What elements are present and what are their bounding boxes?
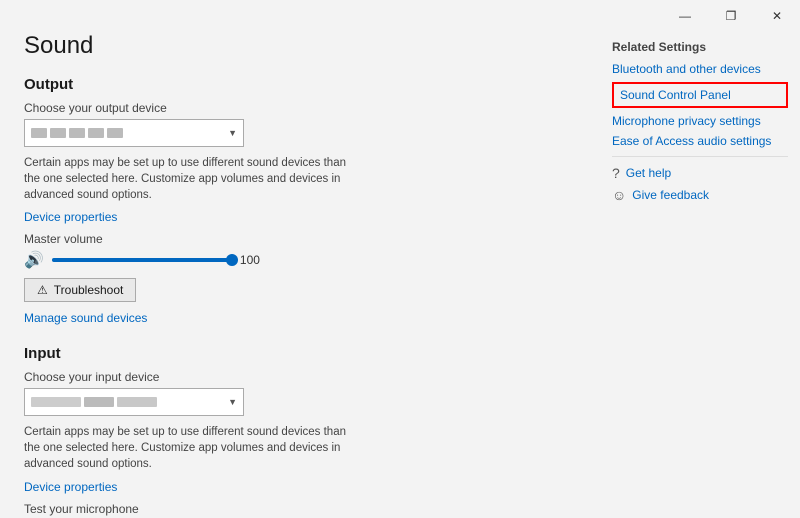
output-device-select[interactable]: ▼ <box>24 119 244 147</box>
warning-icon: ⚠ <box>37 283 48 297</box>
output-troubleshoot-label: Troubleshoot <box>54 283 124 297</box>
select-block-4 <box>88 128 104 138</box>
select-block-1 <box>31 128 47 138</box>
sound-control-panel-highlight: Sound Control Panel <box>612 82 788 108</box>
input-select-block-3 <box>117 397 157 407</box>
volume-slider-thumb <box>226 254 238 266</box>
sound-control-panel-link[interactable]: Sound Control Panel <box>620 88 780 102</box>
select-block-3 <box>69 128 85 138</box>
ease-of-access-link[interactable]: Ease of Access audio settings <box>612 134 788 148</box>
content: Sound Output Choose your output device ▼… <box>0 32 800 518</box>
output-troubleshoot-button[interactable]: ⚠ Troubleshoot <box>24 278 136 302</box>
get-help-icon: ? <box>612 165 620 181</box>
close-button[interactable]: ✕ <box>754 0 800 32</box>
page-title: Sound <box>24 32 576 60</box>
input-device-chevron-icon: ▼ <box>228 397 237 407</box>
microphone-privacy-link[interactable]: Microphone privacy settings <box>612 114 788 128</box>
minimize-button[interactable]: — <box>662 0 708 32</box>
give-feedback-row[interactable]: ☺ Give feedback <box>612 187 788 203</box>
right-panel-divider <box>612 156 788 157</box>
output-section-title: Output <box>24 76 576 93</box>
volume-slider-fill <box>52 258 232 262</box>
output-info-text: Certain apps may be set up to use differ… <box>24 155 364 203</box>
give-feedback-link[interactable]: Give feedback <box>632 188 709 202</box>
input-section-title: Input <box>24 345 576 362</box>
volume-section: Master volume 🔊 100 <box>24 232 576 270</box>
input-device-properties-link[interactable]: Device properties <box>24 480 117 494</box>
volume-row: 🔊 100 <box>24 250 576 270</box>
bluetooth-link[interactable]: Bluetooth and other devices <box>612 62 788 76</box>
volume-value: 100 <box>240 253 268 267</box>
input-select-block-1 <box>31 397 81 407</box>
speaker-icon: 🔊 <box>24 250 44 270</box>
select-block-2 <box>50 128 66 138</box>
input-device-select-inner <box>31 397 224 407</box>
mic-test-section: Test your microphone 🎤 <box>24 502 576 518</box>
title-bar: — ❐ ✕ <box>0 0 800 32</box>
output-device-select-inner <box>31 128 224 138</box>
input-device-select[interactable]: ▼ <box>24 388 244 416</box>
output-manage-link[interactable]: Manage sound devices <box>24 311 147 325</box>
related-settings-title: Related Settings <box>612 40 788 54</box>
main-panel: Sound Output Choose your output device ▼… <box>0 32 600 518</box>
right-panel: Related Settings Bluetooth and other dev… <box>600 32 800 518</box>
volume-label: Master volume <box>24 232 576 246</box>
give-feedback-icon: ☺ <box>612 187 626 203</box>
input-select-block-2 <box>84 397 114 407</box>
input-device-label: Choose your input device <box>24 370 576 384</box>
output-device-label: Choose your output device <box>24 101 576 115</box>
output-device-properties-link[interactable]: Device properties <box>24 210 117 224</box>
get-help-row[interactable]: ? Get help <box>612 165 788 181</box>
restore-button[interactable]: ❐ <box>708 0 754 32</box>
output-device-chevron-icon: ▼ <box>228 128 237 138</box>
get-help-link[interactable]: Get help <box>626 166 671 180</box>
title-bar-controls: — ❐ ✕ <box>662 0 800 32</box>
window: — ❐ ✕ Sound Output Choose your output de… <box>0 0 800 518</box>
mic-test-label: Test your microphone <box>24 502 576 516</box>
input-info-text: Certain apps may be set up to use differ… <box>24 424 364 472</box>
volume-slider[interactable] <box>52 258 232 262</box>
select-block-5 <box>107 128 123 138</box>
